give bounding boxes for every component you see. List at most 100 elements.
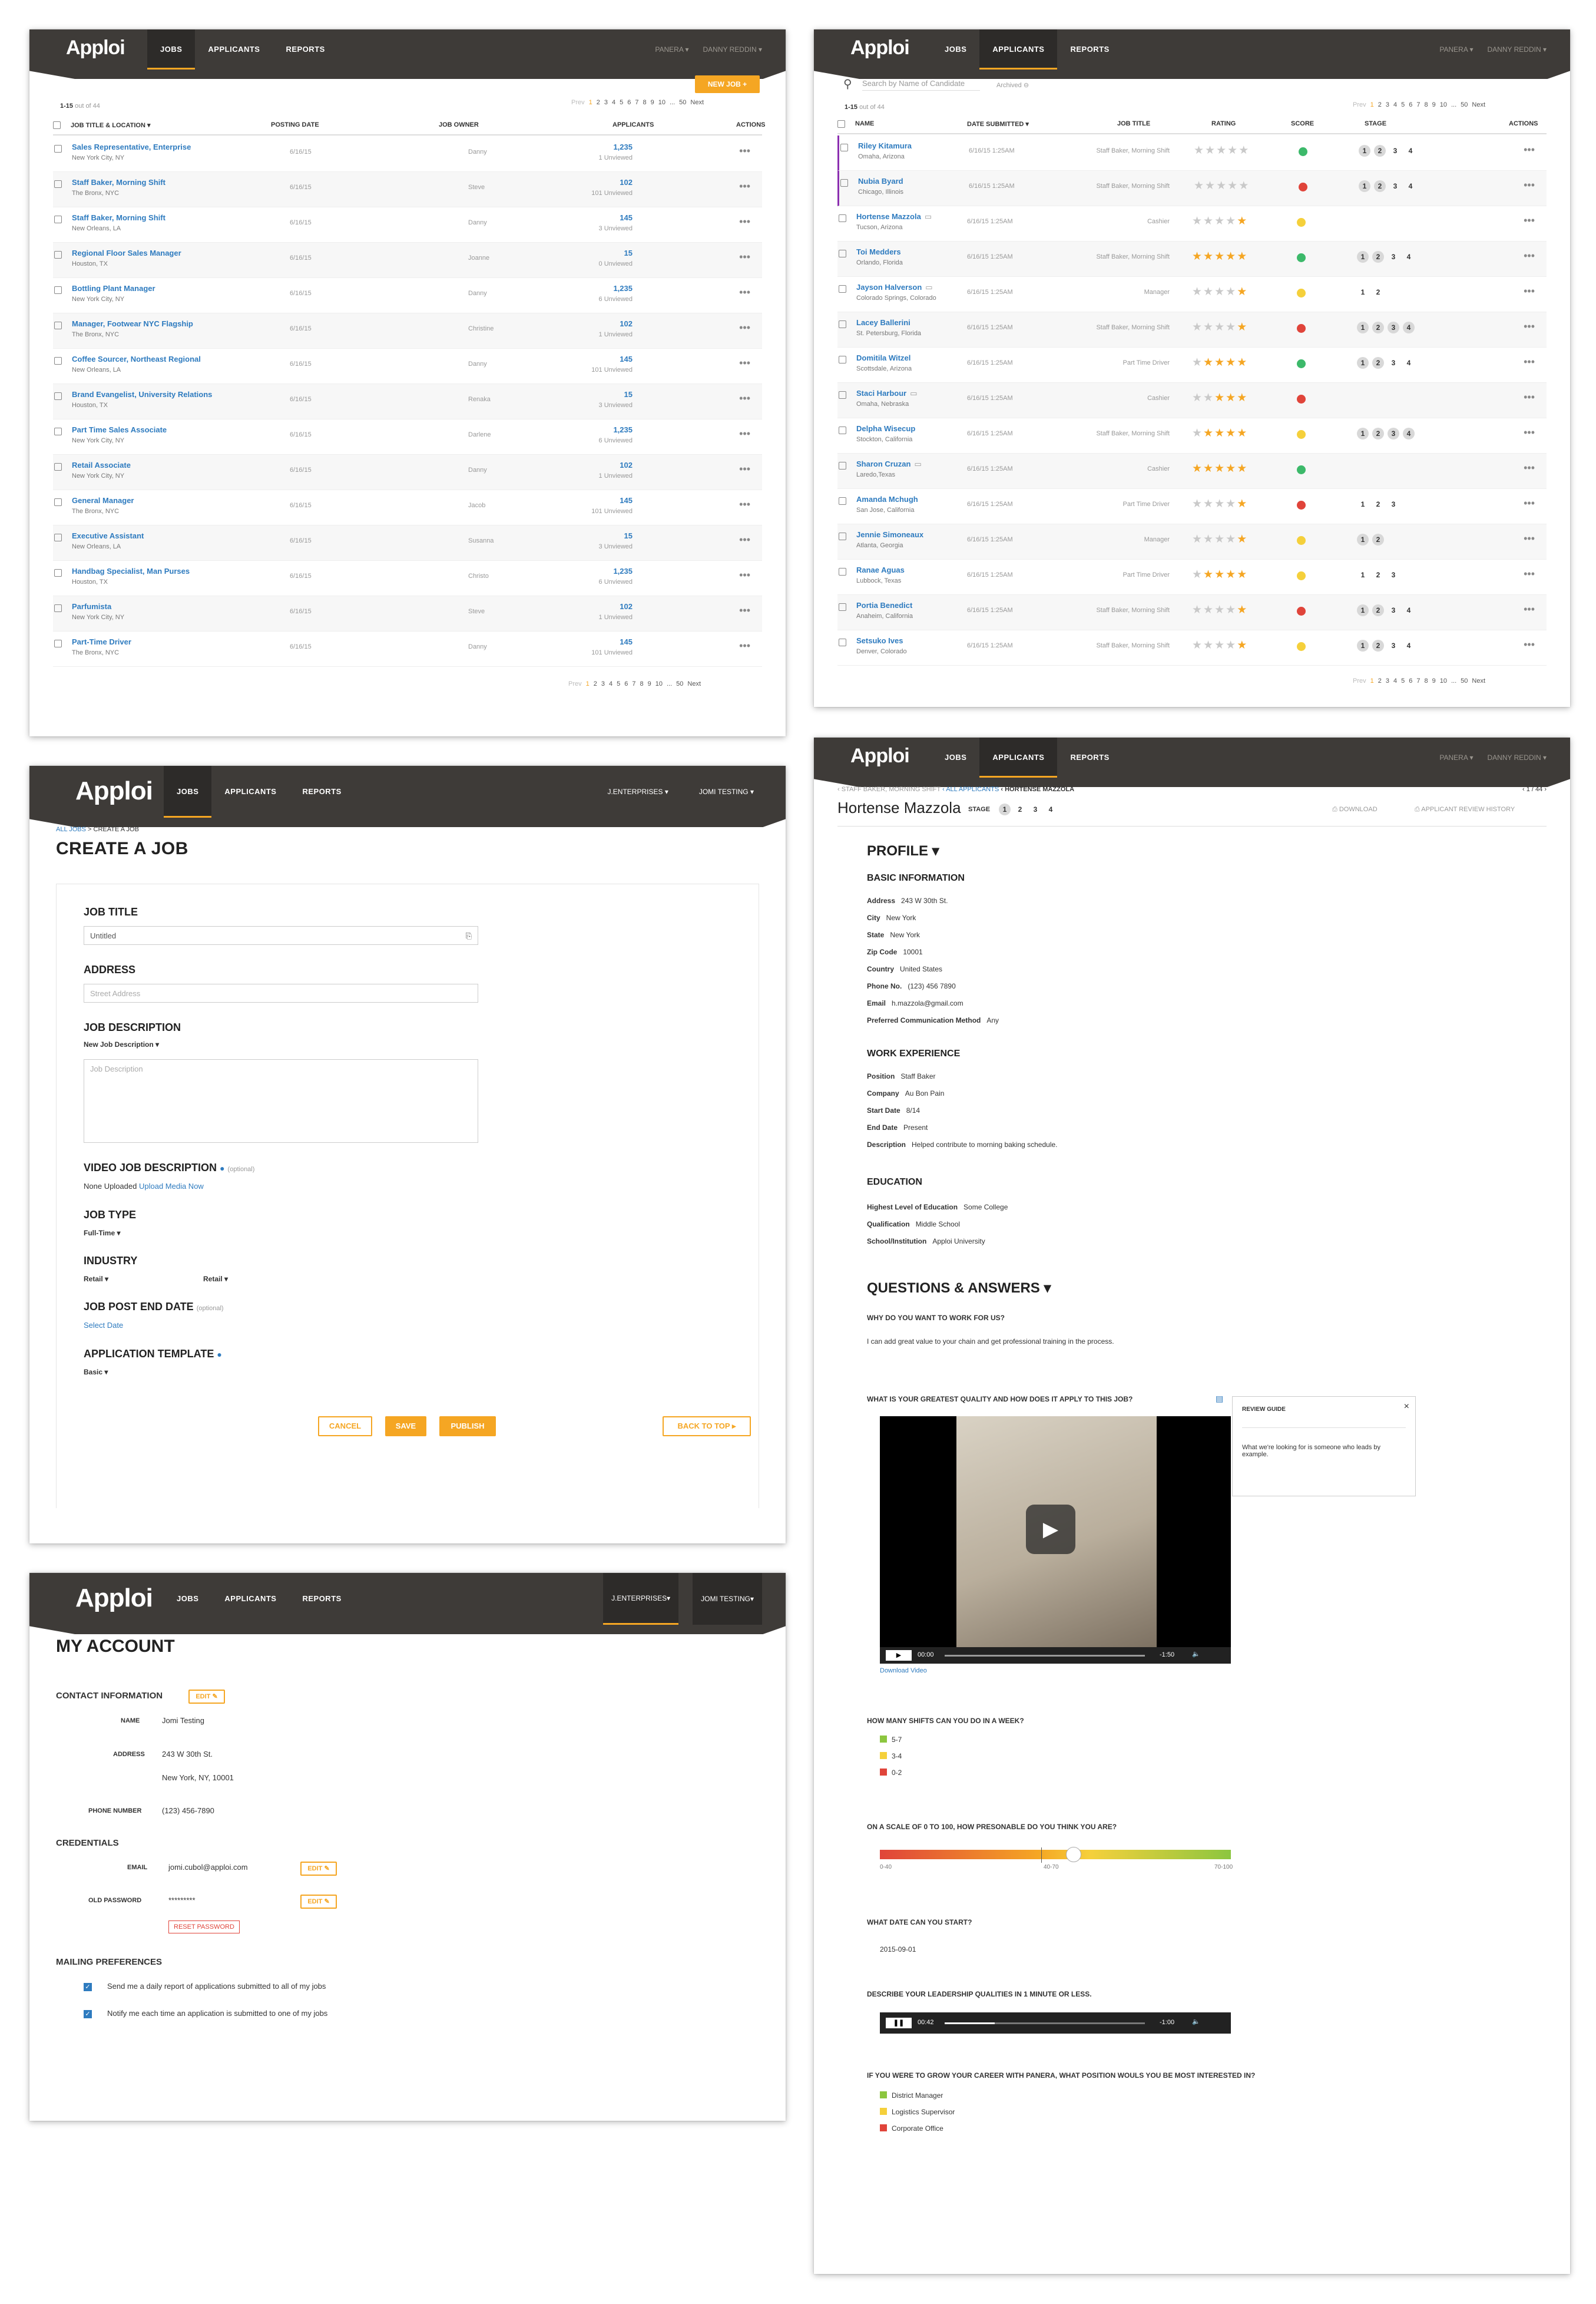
save-button[interactable]: SAVE xyxy=(385,1416,426,1436)
tab-jobs[interactable]: JOBS xyxy=(164,766,212,818)
applicant-name-link[interactable]: Domitila Witzel xyxy=(856,353,910,362)
page-link[interactable]: 50 xyxy=(676,680,683,687)
more-actions-icon[interactable]: ••• xyxy=(739,357,750,369)
row-checkbox[interactable] xyxy=(839,603,846,611)
stage-steps[interactable]: 1234 xyxy=(1357,604,1415,616)
page-link[interactable]: 3 xyxy=(1386,101,1389,108)
applicant-name-link[interactable]: Jennie Simoneaux xyxy=(856,530,923,539)
template-select[interactable]: Basic ▾ xyxy=(84,1368,108,1376)
edit-contact-button[interactable]: EDIT ✎ xyxy=(188,1690,225,1704)
page-link[interactable]: 9 xyxy=(651,99,654,106)
more-actions-icon[interactable]: ••• xyxy=(739,180,750,193)
description-template-select[interactable]: New Job Description ▾ xyxy=(84,1040,159,1049)
stage-step[interactable]: 1 xyxy=(1359,145,1370,157)
job-title-link[interactable]: Sales Representative, Enterprise xyxy=(72,143,191,151)
stage-step[interactable]: 1 xyxy=(1357,498,1369,510)
job-row[interactable]: Brand Evangelist, University Relations Ho… xyxy=(53,384,762,419)
page-link[interactable]: ... xyxy=(1451,101,1456,108)
applicant-name-link[interactable]: Setsuko Ives xyxy=(856,636,903,645)
applicant-name-link[interactable]: Riley Kitamura xyxy=(858,141,912,150)
star-icon[interactable]: ★ xyxy=(1203,427,1214,439)
applicant-row[interactable]: Nubia Byard Chicago, Illinois 6/16/15 1:25… xyxy=(837,171,1547,206)
rating-stars[interactable]: ★★★★★ xyxy=(1192,462,1248,475)
stage-step[interactable]: 1 xyxy=(1357,251,1369,263)
more-actions-icon[interactable]: ••• xyxy=(1524,533,1535,545)
row-checkbox[interactable] xyxy=(54,216,62,223)
profile-section-title[interactable]: PROFILE ▾ xyxy=(867,842,939,860)
page-link[interactable]: Next xyxy=(1472,677,1485,685)
applicant-name-link[interactable]: Jayson Halverson ▭ xyxy=(856,283,933,292)
star-icon[interactable]: ★ xyxy=(1237,462,1248,475)
star-icon[interactable]: ★ xyxy=(1192,286,1203,298)
stage-step[interactable]: 3 xyxy=(1388,322,1399,333)
star-icon[interactable]: ★ xyxy=(1237,533,1248,546)
rating-stars[interactable]: ★★★★★ xyxy=(1192,603,1248,617)
row-checkbox[interactable] xyxy=(54,604,62,612)
row-checkbox[interactable] xyxy=(54,463,62,471)
page-link[interactable]: 7 xyxy=(635,99,638,106)
star-icon[interactable]: ★ xyxy=(1192,639,1203,652)
more-actions-icon[interactable]: ••• xyxy=(739,216,750,228)
col-job-title[interactable]: JOB TITLE xyxy=(1117,120,1150,127)
user-dropdown[interactable]: DANNY REDDIN ▾ xyxy=(1488,45,1547,54)
stage-step[interactable]: 4 xyxy=(1403,428,1415,439)
star-icon[interactable]: ★ xyxy=(1237,215,1248,227)
job-row[interactable]: Part Time Sales Associate New York City, … xyxy=(53,419,762,455)
stage-step[interactable]: 4 xyxy=(1405,145,1416,157)
star-icon[interactable]: ★ xyxy=(1203,462,1214,475)
company-dropdown[interactable]: PANERA ▾ xyxy=(655,45,688,54)
page-link[interactable]: 6 xyxy=(624,680,628,687)
tab-jobs[interactable]: JOBS xyxy=(164,1573,211,1625)
stage-step[interactable]: 2 xyxy=(1372,251,1384,263)
star-icon[interactable]: ★ xyxy=(1203,286,1214,298)
col-name[interactable]: NAME xyxy=(855,120,874,127)
star-icon[interactable]: ★ xyxy=(1214,356,1226,369)
page-link[interactable]: 9 xyxy=(1432,677,1436,685)
col-date[interactable]: DATE SUBMITTED ▾ xyxy=(967,120,1029,128)
close-icon[interactable]: × xyxy=(1404,1401,1409,1412)
edit-password-button[interactable]: EDIT ✎ xyxy=(300,1895,337,1909)
star-icon[interactable]: ★ xyxy=(1214,462,1226,475)
row-checkbox[interactable] xyxy=(54,180,62,188)
applicant-count[interactable]: 15 xyxy=(624,249,633,257)
page-link[interactable]: 4 xyxy=(609,680,612,687)
page-link[interactable]: 5 xyxy=(620,99,623,106)
star-icon[interactable]: ★ xyxy=(1239,144,1250,157)
page-link[interactable]: 10 xyxy=(1440,101,1447,108)
stage-step[interactable]: 4 xyxy=(1403,604,1415,616)
page-link[interactable]: 6 xyxy=(1409,101,1412,108)
stage-steps[interactable]: 1234 xyxy=(1357,428,1415,439)
applicant-count[interactable]: 15 xyxy=(624,390,633,399)
page-link[interactable]: 10 xyxy=(658,99,665,106)
stage-step[interactable]: 2 xyxy=(1372,534,1384,546)
page-link[interactable]: 2 xyxy=(1378,677,1382,685)
page-link[interactable]: 8 xyxy=(643,99,647,106)
stage-step[interactable]: 2 xyxy=(1372,498,1384,510)
star-icon[interactable]: ★ xyxy=(1237,286,1248,298)
applicant-count[interactable]: 145 xyxy=(620,355,633,363)
guide-icon[interactable]: ▤ xyxy=(1216,1394,1223,1404)
star-icon[interactable]: ★ xyxy=(1214,250,1226,263)
star-icon[interactable]: ★ xyxy=(1192,250,1203,263)
translate-icon[interactable]: ⎘ xyxy=(466,931,472,941)
stage-step[interactable]: 1 xyxy=(1357,428,1369,439)
star-icon[interactable]: ★ xyxy=(1214,604,1226,616)
applicant-row[interactable]: Riley Kitamura Omaha, Arizona 6/16/15 1:25… xyxy=(837,135,1547,171)
org-dropdown[interactable]: J.ENTERPRISES ▾ xyxy=(603,1573,679,1625)
download-video-link[interactable]: Download Video xyxy=(880,1667,927,1674)
star-icon[interactable]: ★ xyxy=(1203,250,1214,263)
more-actions-icon[interactable]: ••• xyxy=(1524,568,1535,580)
page-link[interactable]: 4 xyxy=(612,99,615,106)
star-icon[interactable]: ★ xyxy=(1226,533,1237,546)
applicant-count[interactable]: 145 xyxy=(620,496,633,505)
page-link[interactable]: 1 xyxy=(586,680,590,687)
publish-button[interactable]: PUBLISH xyxy=(439,1416,496,1436)
edit-email-button[interactable]: EDIT ✎ xyxy=(300,1862,337,1876)
rating-stars[interactable]: ★★★★★ xyxy=(1192,356,1248,369)
star-icon[interactable]: ★ xyxy=(1214,639,1226,652)
star-icon[interactable]: ★ xyxy=(1203,568,1214,581)
applicant-name-link[interactable]: Hortense Mazzola ▭ xyxy=(856,212,932,222)
stage-step[interactable]: 4 xyxy=(1403,357,1415,369)
star-icon[interactable]: ★ xyxy=(1192,568,1203,581)
row-checkbox[interactable] xyxy=(54,392,62,400)
